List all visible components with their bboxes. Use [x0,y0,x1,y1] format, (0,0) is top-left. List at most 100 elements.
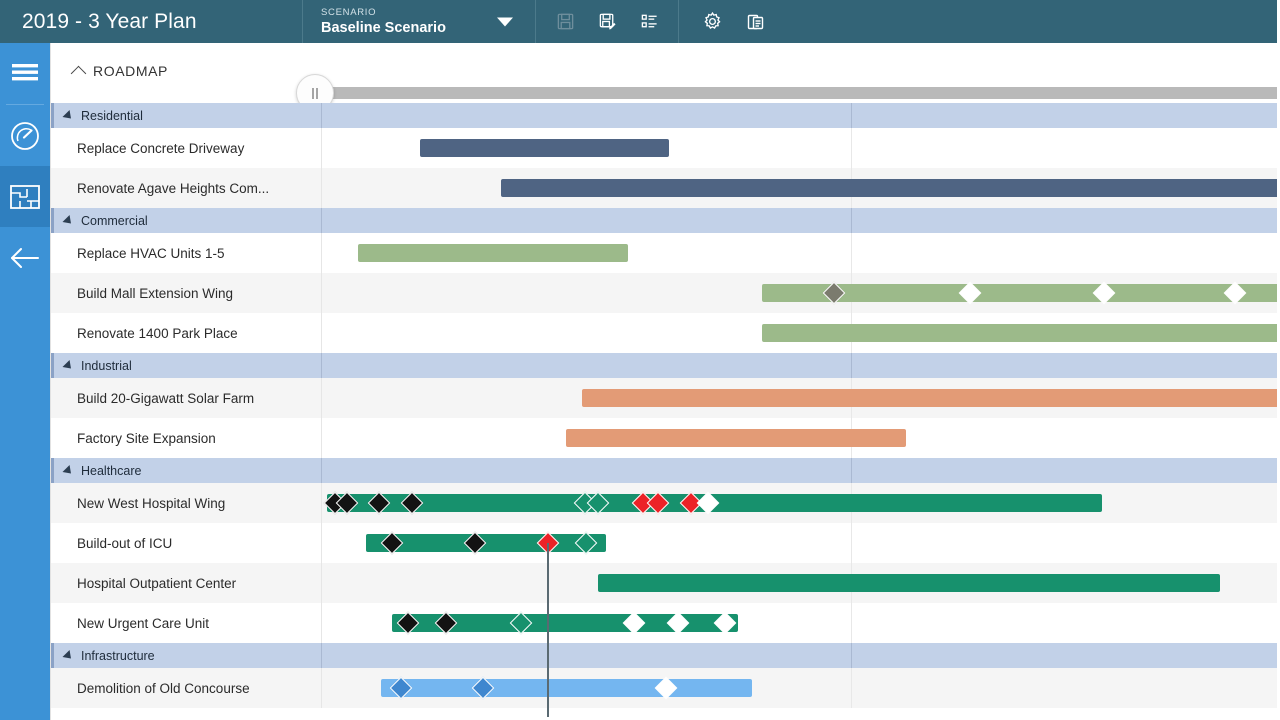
task-name: Replace HVAC Units 1-5 [77,245,225,261]
task-label-cell[interactable]: Replace HVAC Units 1-5 [51,233,321,273]
task-label-cell[interactable]: New Urgent Care Unit [51,603,321,643]
task-row[interactable]: Factory Site Expansion [51,418,1280,458]
sidebar-item-floorplan[interactable] [0,166,50,227]
roadmap-panel: ROADMAP Residential Replace Concrete Driv… [50,43,1280,720]
task-name: Hospital Outpatient Center [77,575,237,591]
save-icon[interactable] [552,9,578,35]
group-name: Residential [81,108,143,123]
gantt-bar[interactable] [501,179,1280,197]
sidebar-item-menu[interactable] [0,43,50,104]
task-track[interactable] [321,313,1280,353]
task-row[interactable]: Hospital Outpatient Center [51,563,1280,603]
task-row[interactable]: Renovate 1400 Park Place [51,313,1280,353]
gantt-bar[interactable] [420,139,669,157]
group-row[interactable]: Infrastructure [51,643,1280,668]
grid-line [851,523,852,563]
grip-handle-icon [312,87,314,99]
task-row[interactable]: Build Mall Extension Wing [51,273,1280,313]
group-row[interactable]: Commercial [51,208,1280,233]
gantt-bar[interactable] [762,324,1280,342]
back-arrow-icon [11,247,39,268]
task-name: Build Mall Extension Wing [77,285,234,301]
grid-line [851,643,852,668]
sidebar-rail [0,43,50,720]
sidebar-item-dashboard[interactable] [0,105,50,166]
task-track[interactable] [321,233,1280,273]
group-row[interactable]: Residential [51,103,1280,128]
task-label-cell[interactable]: Renovate Agave Heights Com... [51,168,321,208]
group-track [321,458,1280,483]
group-label-cell[interactable]: Commercial [51,208,321,233]
task-label-cell[interactable]: New West Hospital Wing [51,483,321,523]
task-track[interactable] [321,603,1280,643]
task-track[interactable] [321,418,1280,458]
task-name: New Urgent Care Unit [77,615,210,631]
task-name: Build-out of ICU [77,535,173,551]
grid-line [851,458,852,483]
horizontal-scrollbar[interactable] [296,74,1280,112]
grid-line [851,668,852,708]
task-track[interactable] [321,563,1280,603]
task-row[interactable]: Replace HVAC Units 1-5 [51,233,1280,273]
task-track[interactable] [321,168,1280,208]
collapse-triangle-icon[interactable] [62,214,75,227]
task-label-cell[interactable]: Build-out of ICU [51,523,321,563]
collapse-triangle-icon[interactable] [62,464,75,477]
task-label-cell[interactable]: Replace Concrete Driveway [51,128,321,168]
task-track[interactable] [321,378,1280,418]
copy-scenario-icon[interactable] [743,9,769,35]
grid-line [851,208,852,233]
task-track[interactable] [321,668,1280,708]
task-label-cell[interactable]: Build 20-Gigawatt Solar Farm [51,378,321,418]
group-label-cell[interactable]: Residential [51,103,321,128]
task-name: Demolition of Old Concourse [77,680,250,696]
collapse-triangle-icon[interactable] [62,649,75,662]
group-name: Industrial [81,358,132,373]
task-name: Renovate 1400 Park Place [77,325,238,341]
task-row[interactable]: Build 20-Gigawatt Solar Farm [51,378,1280,418]
group-track [321,208,1280,233]
task-row[interactable]: Renovate Agave Heights Com... [51,168,1280,208]
group-label-cell[interactable]: Infrastructure [51,643,321,668]
group-label-cell[interactable]: Healthcare [51,458,321,483]
group-track [321,353,1280,378]
gantt-bar[interactable] [358,244,628,262]
collapse-triangle-icon[interactable] [62,359,75,372]
group-track [321,643,1280,668]
task-label-cell[interactable]: Renovate 1400 Park Place [51,313,321,353]
task-track[interactable] [321,128,1280,168]
task-track[interactable] [321,523,1280,563]
save-as-icon[interactable] [594,9,620,35]
task-label-cell[interactable]: Hospital Outpatient Center [51,563,321,603]
task-track[interactable] [321,273,1280,313]
task-name: Factory Site Expansion [77,430,216,446]
task-row[interactable]: Replace Concrete Driveway [51,128,1280,168]
gantt-bar[interactable] [566,429,906,447]
floorplan-icon [10,184,40,209]
group-row[interactable]: Healthcare [51,458,1280,483]
gantt-bar[interactable] [598,574,1220,592]
details-list-icon[interactable] [636,9,662,35]
task-row[interactable]: Demolition of Old Concourse [51,668,1280,708]
task-label-cell[interactable]: Factory Site Expansion [51,418,321,458]
gantt-bar[interactable] [582,389,1280,407]
task-row[interactable]: Build-out of ICU [51,523,1280,563]
gantt-bar[interactable] [381,679,752,697]
grid-line [851,128,852,168]
app-header: 2019 - 3 Year Plan SCENARIO Baseline Sce… [0,0,1280,43]
task-row[interactable]: New West Hospital Wing [51,483,1280,523]
task-track[interactable] [321,483,1280,523]
task-label-cell[interactable]: Build Mall Extension Wing [51,273,321,313]
task-label-cell[interactable]: Demolition of Old Concourse [51,668,321,708]
chevron-down-icon[interactable] [497,17,513,26]
grid-line [851,603,852,643]
settings-gear-icon[interactable] [699,9,725,35]
scenario-selector[interactable]: SCENARIO Baseline Scenario [303,0,535,43]
group-row[interactable]: Industrial [51,353,1280,378]
collapse-triangle-icon[interactable] [62,109,75,122]
sidebar-item-back[interactable] [0,227,50,288]
task-row[interactable]: New Urgent Care Unit [51,603,1280,643]
group-label-cell[interactable]: Industrial [51,353,321,378]
chevron-up-icon[interactable] [70,65,87,81]
roadmap-title-group[interactable]: ROADMAP [70,63,168,81]
